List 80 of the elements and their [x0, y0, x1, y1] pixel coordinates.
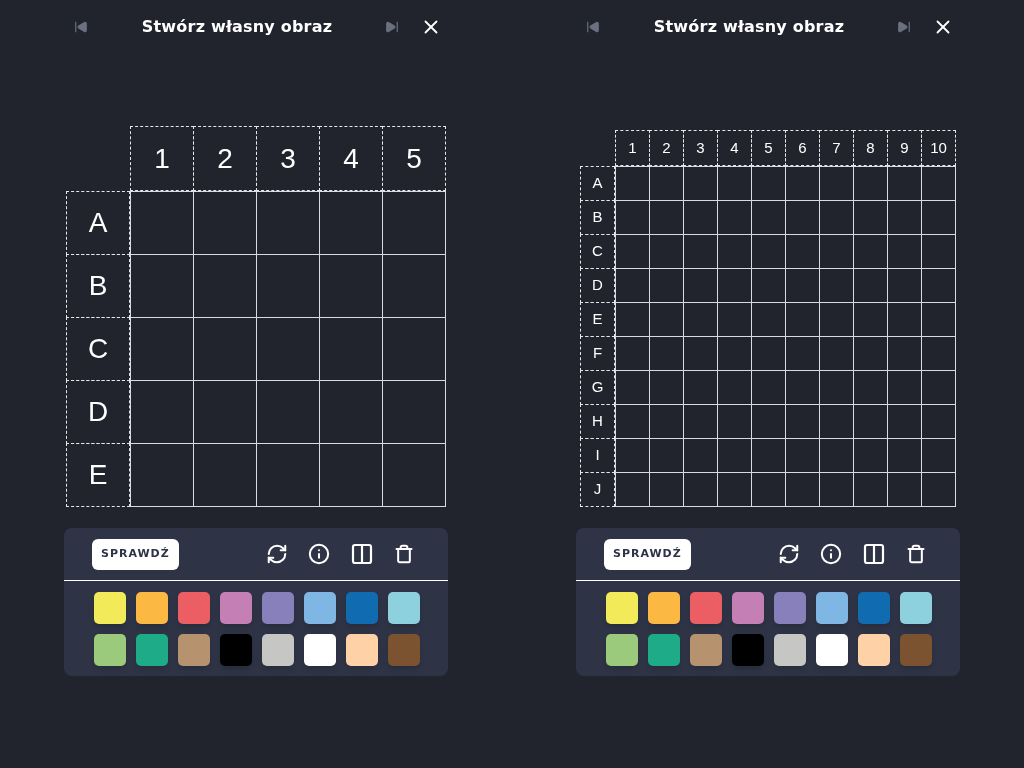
color-swatch[interactable] — [262, 634, 294, 666]
color-swatch[interactable] — [346, 592, 378, 624]
row-header: D — [580, 268, 615, 303]
row-header: H — [580, 404, 615, 439]
row-header: A — [580, 166, 615, 201]
row-header: E — [580, 302, 615, 337]
color-swatch[interactable] — [346, 634, 378, 666]
row-header: E — [66, 443, 130, 507]
color-swatch[interactable] — [304, 592, 336, 624]
column-header: 2 — [193, 126, 257, 191]
row-header: D — [66, 380, 130, 444]
color-swatch[interactable] — [136, 592, 168, 624]
previous-button[interactable] — [73, 19, 89, 35]
column-header: 3 — [256, 126, 320, 191]
trash-icon[interactable] — [394, 544, 414, 564]
row-header: I — [580, 438, 615, 473]
refresh-icon[interactable] — [266, 543, 288, 565]
column-header: 10 — [921, 130, 956, 166]
color-swatch[interactable] — [304, 634, 336, 666]
column-header: 1 — [615, 130, 650, 166]
color-swatch[interactable] — [178, 634, 210, 666]
color-swatch[interactable] — [816, 592, 848, 624]
next-button[interactable] — [896, 19, 912, 35]
refresh-icon[interactable] — [778, 543, 800, 565]
color-swatch[interactable] — [690, 592, 722, 624]
color-swatch[interactable] — [220, 592, 252, 624]
column-header: 8 — [853, 130, 888, 166]
column-header: 1 — [130, 126, 194, 191]
color-swatch[interactable] — [94, 634, 126, 666]
info-icon[interactable] — [308, 543, 330, 565]
color-swatch[interactable] — [690, 634, 722, 666]
panel-title: Stwórz własny obraz — [652, 16, 846, 38]
row-header: C — [66, 317, 130, 381]
color-swatch[interactable] — [816, 634, 848, 666]
color-swatch[interactable] — [220, 634, 252, 666]
color-swatch[interactable] — [858, 592, 890, 624]
color-swatch[interactable] — [732, 634, 764, 666]
column-header: 4 — [319, 126, 383, 191]
color-swatch[interactable] — [648, 634, 680, 666]
row-header: B — [580, 200, 615, 235]
columns-icon[interactable] — [862, 542, 886, 566]
color-swatch[interactable] — [388, 634, 420, 666]
column-header: 5 — [751, 130, 786, 166]
column-header: 4 — [717, 130, 752, 166]
row-header: J — [580, 472, 615, 507]
color-swatch[interactable] — [858, 634, 890, 666]
color-swatch[interactable] — [606, 634, 638, 666]
row-header: B — [66, 254, 130, 318]
columns-icon[interactable] — [350, 542, 374, 566]
previous-button[interactable] — [585, 19, 601, 35]
column-header: 7 — [819, 130, 854, 166]
row-header: C — [580, 234, 615, 269]
color-swatch[interactable] — [774, 634, 806, 666]
row-header: F — [580, 336, 615, 371]
drawing-grid[interactable] — [615, 166, 956, 507]
color-swatch[interactable] — [94, 592, 126, 624]
column-header: 6 — [785, 130, 820, 166]
next-button[interactable] — [384, 19, 400, 35]
drawing-grid[interactable] — [130, 191, 446, 507]
check-button[interactable]: SPRAWDŹ — [92, 538, 179, 570]
info-icon[interactable] — [820, 543, 842, 565]
panel-title: Stwórz własny obraz — [140, 16, 334, 38]
color-swatch[interactable] — [262, 592, 294, 624]
color-swatch[interactable] — [900, 592, 932, 624]
color-swatch[interactable] — [900, 634, 932, 666]
color-swatch[interactable] — [606, 592, 638, 624]
row-header: A — [66, 191, 130, 255]
color-swatch[interactable] — [136, 634, 168, 666]
color-swatch[interactable] — [774, 592, 806, 624]
color-swatch[interactable] — [648, 592, 680, 624]
column-header: 2 — [649, 130, 684, 166]
color-swatch[interactable] — [732, 592, 764, 624]
column-header: 5 — [382, 126, 446, 191]
check-button[interactable]: SPRAWDŹ — [604, 538, 691, 570]
column-header: 9 — [887, 130, 922, 166]
trash-icon[interactable] — [906, 544, 926, 564]
color-swatch[interactable] — [388, 592, 420, 624]
color-swatch[interactable] — [178, 592, 210, 624]
row-header: G — [580, 370, 615, 405]
column-header: 3 — [683, 130, 718, 166]
